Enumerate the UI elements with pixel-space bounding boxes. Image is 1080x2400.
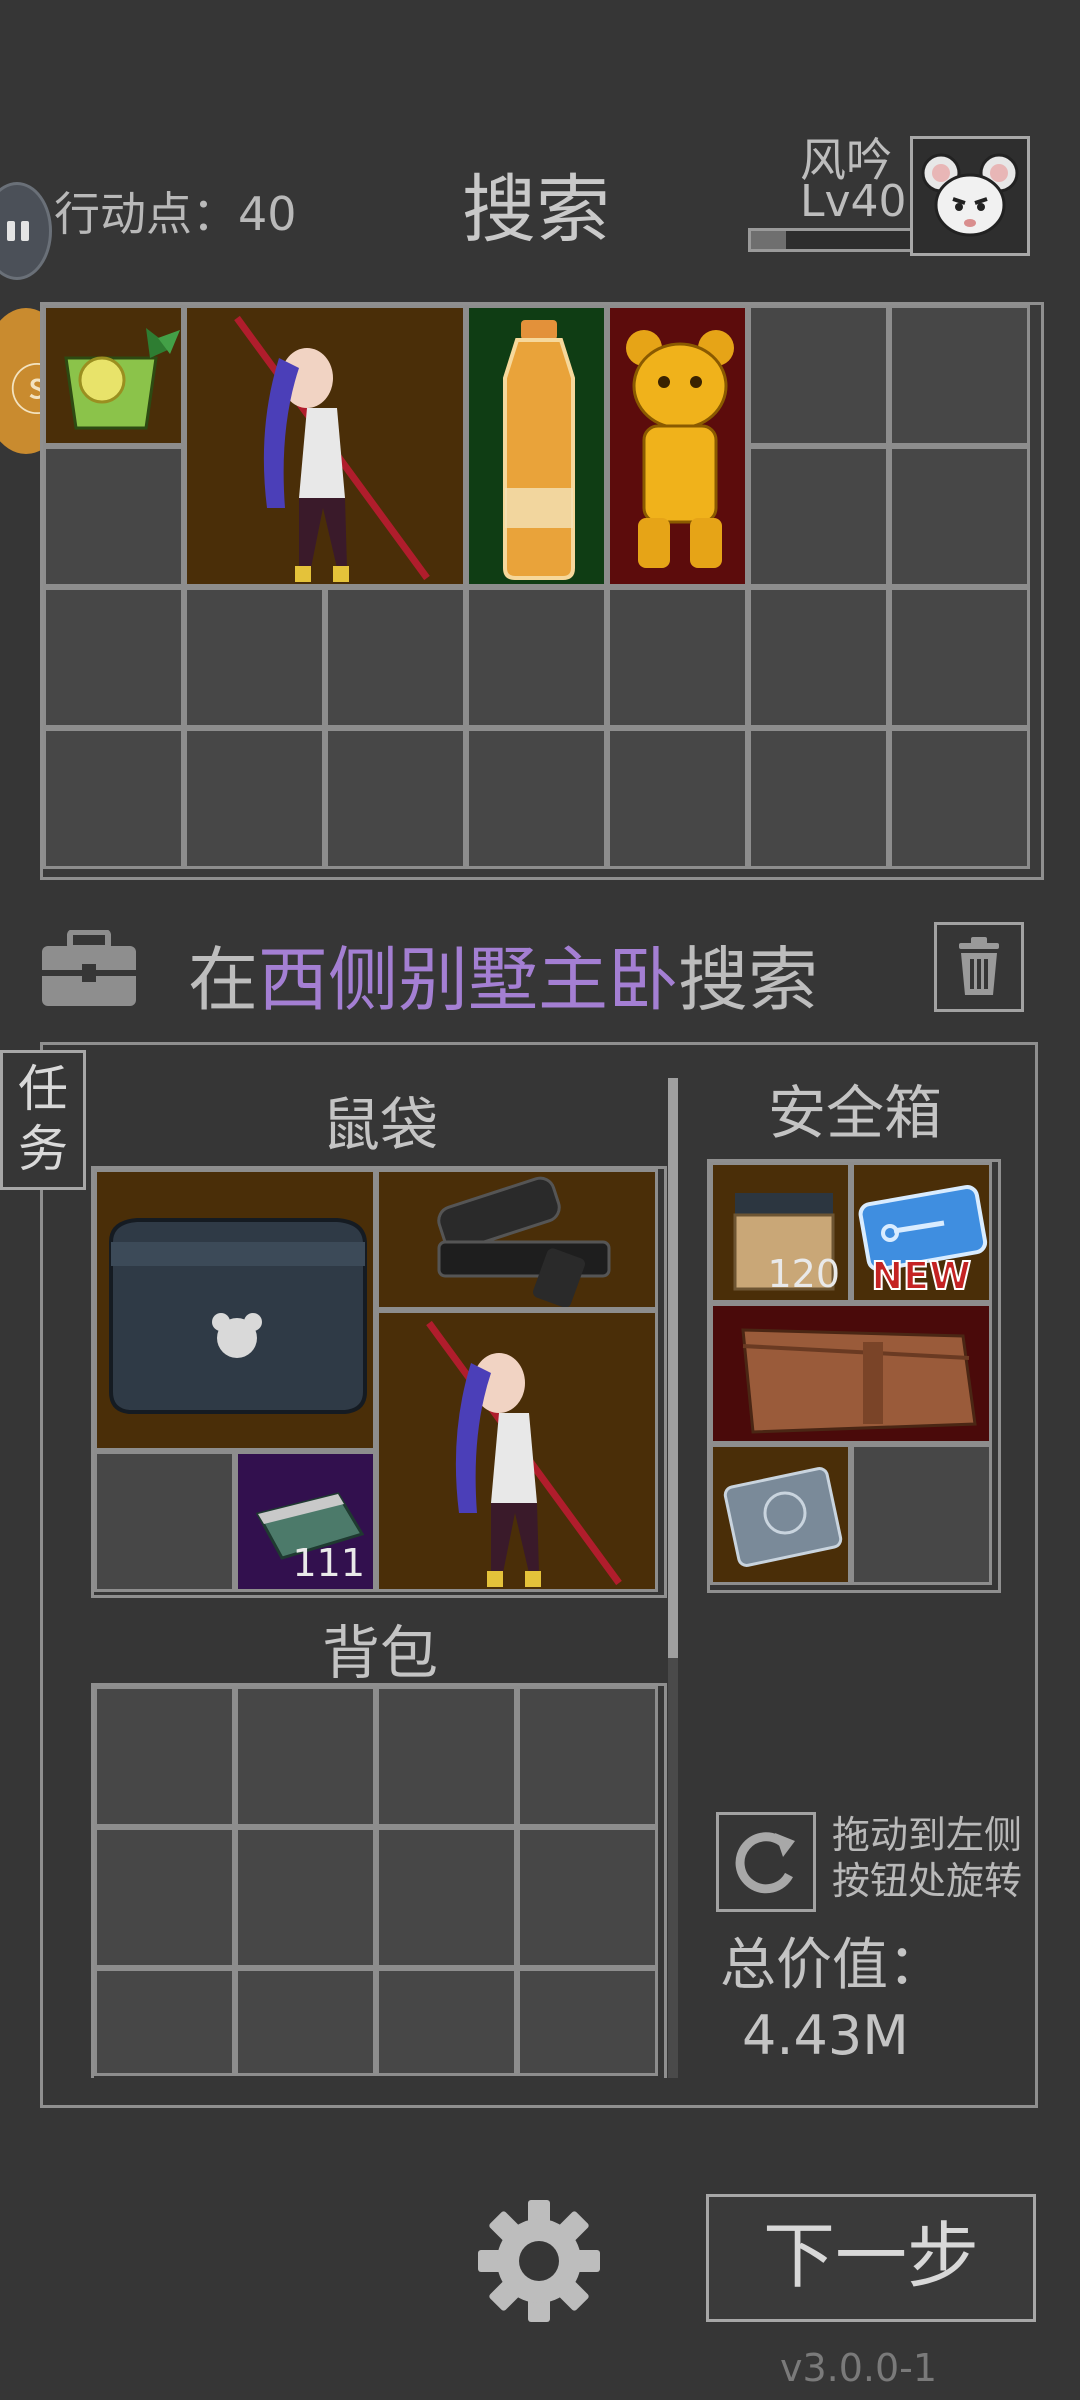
loot-grid-slot[interactable]: [607, 728, 748, 869]
loot-grid-slot[interactable]: [748, 446, 889, 587]
player-level: Lv40: [800, 176, 907, 227]
settings-button[interactable]: [474, 2196, 604, 2326]
loot-grid-slot[interactable]: [748, 587, 889, 728]
loot-grid-slot[interactable]: [607, 587, 748, 728]
rotate-hint-line1: 拖动到左侧: [832, 1813, 1023, 1857]
next-step-button[interactable]: 下一步: [706, 2194, 1036, 2322]
safe-item-hard-drive[interactable]: [710, 1444, 851, 1585]
safe-box-label: 安全箱: [767, 1079, 942, 1147]
rotate-hint-line2: 按钮处旋转: [832, 1859, 1023, 1903]
backpack-label: 背包: [321, 1619, 438, 1687]
version-label: v3.0.0-1: [780, 2346, 938, 2390]
loot-item-anime-figure[interactable]: [184, 305, 466, 587]
rotate-icon: [735, 1832, 795, 1894]
loot-item-juice-bottle[interactable]: [466, 305, 607, 587]
action-points: 行动点：40: [54, 187, 297, 241]
rotate-button[interactable]: [716, 1812, 816, 1912]
safe-item-keycard[interactable]: NEW: [851, 1162, 992, 1303]
page-title: 搜索: [462, 167, 610, 253]
safe-item-ration-crate[interactable]: 120: [710, 1162, 851, 1303]
bag-item-anime-figure[interactable]: [376, 1310, 658, 1592]
supply-crate-icon: [109, 1218, 367, 1414]
loot-grid-slot[interactable]: [466, 728, 607, 869]
location-prefix: 在: [188, 939, 258, 1021]
loot-grid-slot[interactable]: [748, 728, 889, 869]
total-value: 4.43M: [742, 2004, 909, 2067]
level-progress-bar: [748, 228, 914, 252]
task-tab[interactable]: 任 务: [0, 1050, 86, 1190]
golden-bear-icon: [626, 330, 734, 568]
location-place: 西侧别墅主卧: [258, 939, 678, 1021]
pause-icon-bar: [21, 221, 29, 241]
scroll-track: [668, 1658, 678, 2078]
loot-grid-slot[interactable]: [748, 305, 889, 446]
total-value-label: 总价值：: [720, 1933, 944, 1998]
loot-grid-slot[interactable]: [466, 587, 607, 728]
task-tab-line2: 务: [18, 1120, 68, 1178]
loot-item-golden-bear[interactable]: [607, 305, 748, 587]
rat-bag-label: 鼠袋: [321, 1091, 438, 1159]
loot-grid-slot[interactable]: [43, 587, 184, 728]
scrollbar[interactable]: [668, 1078, 678, 1658]
anime-figure-icon: [426, 1320, 622, 1587]
anime-figure-icon: [234, 315, 430, 582]
loot-grid-slot[interactable]: [889, 305, 1030, 446]
level-progress-fill: [751, 231, 787, 249]
bag-item-ammo-box[interactable]: 111: [235, 1451, 376, 1592]
loot-grid-slot[interactable]: [43, 446, 184, 587]
loot-item-cocktail[interactable]: [43, 305, 184, 446]
new-badge: NEW: [870, 1253, 972, 1299]
rotate-hint: 拖动到左侧 按钮处旋转: [832, 1812, 1022, 1904]
location-suffix: 搜索: [678, 939, 818, 1021]
trash-icon: [959, 937, 999, 995]
toolbox-icon: [40, 929, 138, 1008]
avatar[interactable]: [910, 136, 1030, 256]
gun-scope-icon: [437, 1176, 611, 1307]
loot-grid-slot[interactable]: [889, 728, 1030, 869]
loot-grid-slot[interactable]: [889, 446, 1030, 587]
loot-grid-slot[interactable]: [325, 728, 466, 869]
search-location: 在西侧别墅主卧搜索: [188, 924, 818, 1025]
gear-icon: [478, 2200, 600, 2322]
cocktail-icon: [64, 328, 180, 430]
loot-grid-slot[interactable]: [889, 587, 1030, 728]
task-tab-line1: 任: [18, 1060, 68, 1118]
leather-wallet-icon: [741, 1328, 977, 1434]
bag-item-supply-crate[interactable]: [94, 1169, 376, 1451]
loot-grid-slot[interactable]: [325, 587, 466, 728]
loot-grid-slot[interactable]: [184, 728, 325, 869]
pause-button[interactable]: [0, 182, 52, 280]
trash-button[interactable]: [934, 922, 1024, 1012]
hard-drive-icon: [723, 1467, 843, 1567]
backpack-frame: [91, 1683, 667, 2078]
loot-grid-slot[interactable]: [43, 728, 184, 869]
item-count: 120: [767, 1252, 840, 1296]
mouse-avatar-icon: [921, 153, 1019, 237]
pause-icon: [7, 221, 15, 241]
item-count: 111: [292, 1541, 365, 1585]
bag-item-gun-scope[interactable]: [376, 1169, 658, 1310]
bottle-icon: [503, 320, 575, 580]
loot-grid-slot[interactable]: [184, 587, 325, 728]
safe-item-leather-wallet[interactable]: [710, 1303, 992, 1444]
